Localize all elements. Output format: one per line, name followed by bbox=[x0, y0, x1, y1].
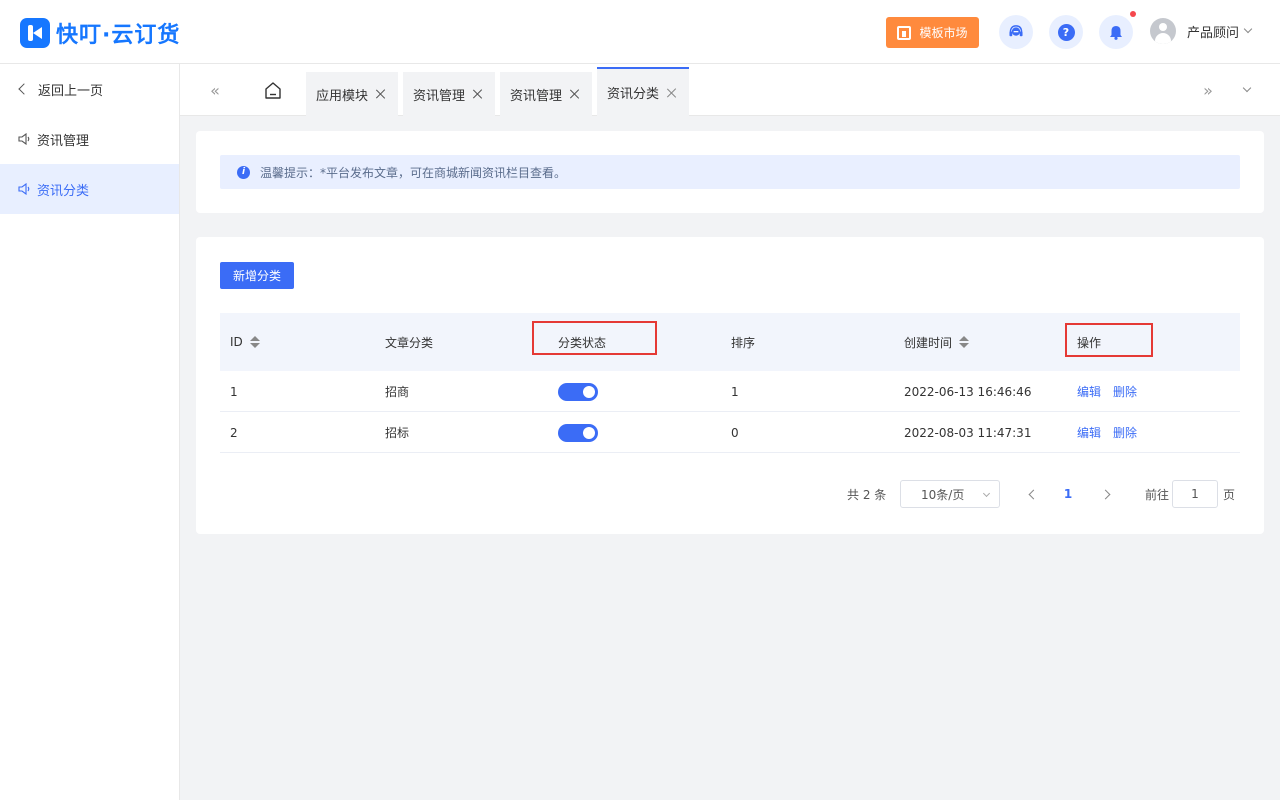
tab-label: 资讯管理 bbox=[413, 88, 466, 104]
table-header: ID 文章分类 分类状态 排序 创建时间 操作 bbox=[220, 313, 1240, 371]
tab-news-category[interactable]: 资讯分类 bbox=[597, 67, 689, 116]
column-header-sort: 排序 bbox=[731, 335, 756, 350]
question-icon: ? bbox=[1057, 23, 1075, 41]
tab-bar: « 应用模块 资讯管理 资讯管理 资讯分类 » bbox=[180, 64, 1280, 116]
notification-dot bbox=[1130, 11, 1136, 17]
goto-prefix: 前往 bbox=[1145, 487, 1170, 502]
delete-link[interactable]: 删除 bbox=[1113, 424, 1137, 441]
cell-category: 招商 bbox=[385, 385, 410, 399]
help-button[interactable]: ? bbox=[1049, 15, 1083, 49]
cell-sort: 1 bbox=[731, 384, 739, 399]
add-category-button[interactable]: 新增分类 bbox=[220, 262, 294, 289]
edit-link[interactable]: 编辑 bbox=[1077, 424, 1101, 441]
brand-logo[interactable]: 快叮·云订货 bbox=[20, 17, 180, 49]
bell-icon bbox=[1110, 25, 1122, 40]
sidebar-item-label: 资讯分类 bbox=[37, 183, 90, 199]
goto-page-input[interactable]: 1 bbox=[1172, 480, 1218, 508]
back-label: 返回上一页 bbox=[38, 83, 104, 99]
top-header: 快叮·云订货 模板市场 ? 产品顾问 bbox=[0, 0, 1280, 64]
chevron-down-icon bbox=[1242, 83, 1252, 93]
notice-text: 温馨提示：*平台发布文章，可在商城新闻资讯栏目查看。 bbox=[260, 165, 567, 180]
delete-link[interactable]: 删除 bbox=[1113, 383, 1137, 400]
close-icon[interactable] bbox=[376, 89, 386, 99]
category-table: ID 文章分类 分类状态 排序 创建时间 操作 1 招商 1 2022-06-1… bbox=[220, 313, 1240, 453]
tabs-scroll-left-icon[interactable]: « bbox=[200, 64, 230, 116]
speaker-icon bbox=[18, 133, 30, 145]
chevron-down-icon bbox=[982, 489, 991, 498]
home-icon[interactable] bbox=[260, 80, 286, 102]
cell-category: 招标 bbox=[385, 426, 410, 440]
total-count: 共 2 条 bbox=[847, 487, 887, 502]
avatar bbox=[1150, 18, 1176, 44]
brand-name: 快叮·云订货 bbox=[56, 23, 181, 48]
cell-created: 2022-08-03 11:47:31 bbox=[904, 425, 1032, 440]
close-icon[interactable] bbox=[667, 88, 677, 98]
user-menu[interactable]: 产品顾问 bbox=[1150, 18, 1253, 44]
status-toggle[interactable] bbox=[558, 423, 598, 442]
cell-created: 2022-06-13 16:46:46 bbox=[904, 384, 1032, 399]
chevron-left-icon bbox=[1028, 489, 1038, 499]
current-page[interactable]: 1 bbox=[1058, 480, 1078, 508]
cell-id: 2 bbox=[230, 425, 238, 440]
edit-link[interactable]: 编辑 bbox=[1077, 383, 1101, 400]
cell-sort: 0 bbox=[731, 425, 739, 440]
template-icon bbox=[897, 25, 912, 40]
cell-status bbox=[558, 412, 598, 453]
logo-icon bbox=[20, 18, 50, 48]
cell-status bbox=[558, 371, 598, 412]
tab-app-module[interactable]: 应用模块 bbox=[306, 72, 398, 116]
next-page-button[interactable] bbox=[1098, 480, 1112, 508]
chevron-right-icon bbox=[1100, 489, 1110, 499]
template-market-label: 模板市场 bbox=[919, 26, 968, 40]
category-list-card: 新增分类 ID 文章分类 分类状态 排序 创建时间 操作 1 招商 1 2022… bbox=[196, 237, 1264, 534]
column-header-id: ID bbox=[230, 313, 260, 371]
customer-service-button[interactable] bbox=[999, 15, 1033, 49]
goto-suffix: 页 bbox=[1223, 487, 1236, 502]
close-icon[interactable] bbox=[570, 89, 580, 99]
cell-actions: 编辑 删除 bbox=[1077, 412, 1137, 453]
prev-page-button[interactable] bbox=[1026, 480, 1040, 508]
tabs-dropdown[interactable] bbox=[1232, 64, 1262, 116]
sidebar-item-label: 资讯管理 bbox=[37, 133, 90, 149]
status-toggle[interactable] bbox=[558, 382, 598, 401]
sort-icon[interactable] bbox=[249, 336, 260, 348]
page-size-value: 10条/页 bbox=[921, 487, 965, 502]
page-size-select[interactable]: 10条/页 bbox=[900, 480, 1000, 508]
chevron-down-icon bbox=[1243, 24, 1253, 34]
highlight-box-actions bbox=[1065, 323, 1153, 357]
user-name: 产品顾问 bbox=[1187, 25, 1240, 41]
notice-banner: i 温馨提示：*平台发布文章，可在商城新闻资讯栏目查看。 bbox=[220, 155, 1240, 189]
pagination: 共 2 条 10条/页 1 前往 1 页 bbox=[196, 480, 1264, 508]
tab-label: 资讯管理 bbox=[510, 88, 563, 104]
sidebar: 返回上一页 资讯管理 资讯分类 bbox=[0, 64, 180, 800]
table-row: 1 招商 1 2022-06-13 16:46:46 编辑 删除 bbox=[220, 371, 1240, 412]
highlight-box-status bbox=[532, 321, 657, 355]
template-market-button[interactable]: 模板市场 bbox=[886, 17, 979, 48]
cell-id: 1 bbox=[230, 384, 238, 399]
chevron-left-icon bbox=[18, 83, 30, 95]
close-icon[interactable] bbox=[473, 89, 483, 99]
tab-label: 资讯分类 bbox=[607, 87, 660, 102]
tabs-scroll-right-icon[interactable]: » bbox=[1193, 64, 1223, 116]
column-header-category: 文章分类 bbox=[385, 335, 434, 350]
info-icon: i bbox=[237, 165, 250, 179]
column-header-created: 创建时间 bbox=[904, 313, 970, 371]
sort-icon[interactable] bbox=[959, 336, 970, 348]
notice-card: i 温馨提示：*平台发布文章，可在商城新闻资讯栏目查看。 bbox=[196, 131, 1264, 213]
cell-actions: 编辑 删除 bbox=[1077, 371, 1137, 412]
tab-news-management[interactable]: 资讯管理 bbox=[403, 72, 495, 116]
table-row: 2 招标 0 2022-08-03 11:47:31 编辑 删除 bbox=[220, 412, 1240, 453]
back-link[interactable]: 返回上一页 bbox=[0, 64, 179, 114]
notifications-button[interactable] bbox=[1099, 15, 1133, 49]
tab-label: 应用模块 bbox=[316, 88, 369, 104]
sidebar-item-news-category[interactable]: 资讯分类 bbox=[0, 164, 179, 214]
tab-news-management-2[interactable]: 资讯管理 bbox=[500, 72, 592, 116]
speaker-icon bbox=[18, 183, 30, 195]
sidebar-item-news-management[interactable]: 资讯管理 bbox=[0, 114, 179, 164]
headset-icon bbox=[1009, 25, 1023, 37]
